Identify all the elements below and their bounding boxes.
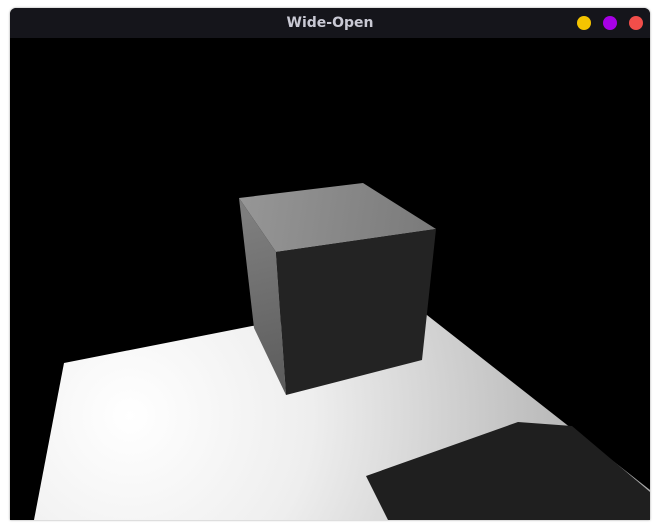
maximize-button[interactable] — [603, 16, 617, 30]
scene-canvas — [34, 183, 650, 520]
title-bar[interactable]: Wide-Open — [10, 8, 650, 38]
minimize-button[interactable] — [577, 16, 591, 30]
close-button[interactable] — [629, 16, 643, 30]
app-window: Wide-Open — [10, 8, 650, 520]
window-title: Wide-Open — [286, 15, 374, 31]
render-viewport[interactable] — [10, 38, 650, 520]
